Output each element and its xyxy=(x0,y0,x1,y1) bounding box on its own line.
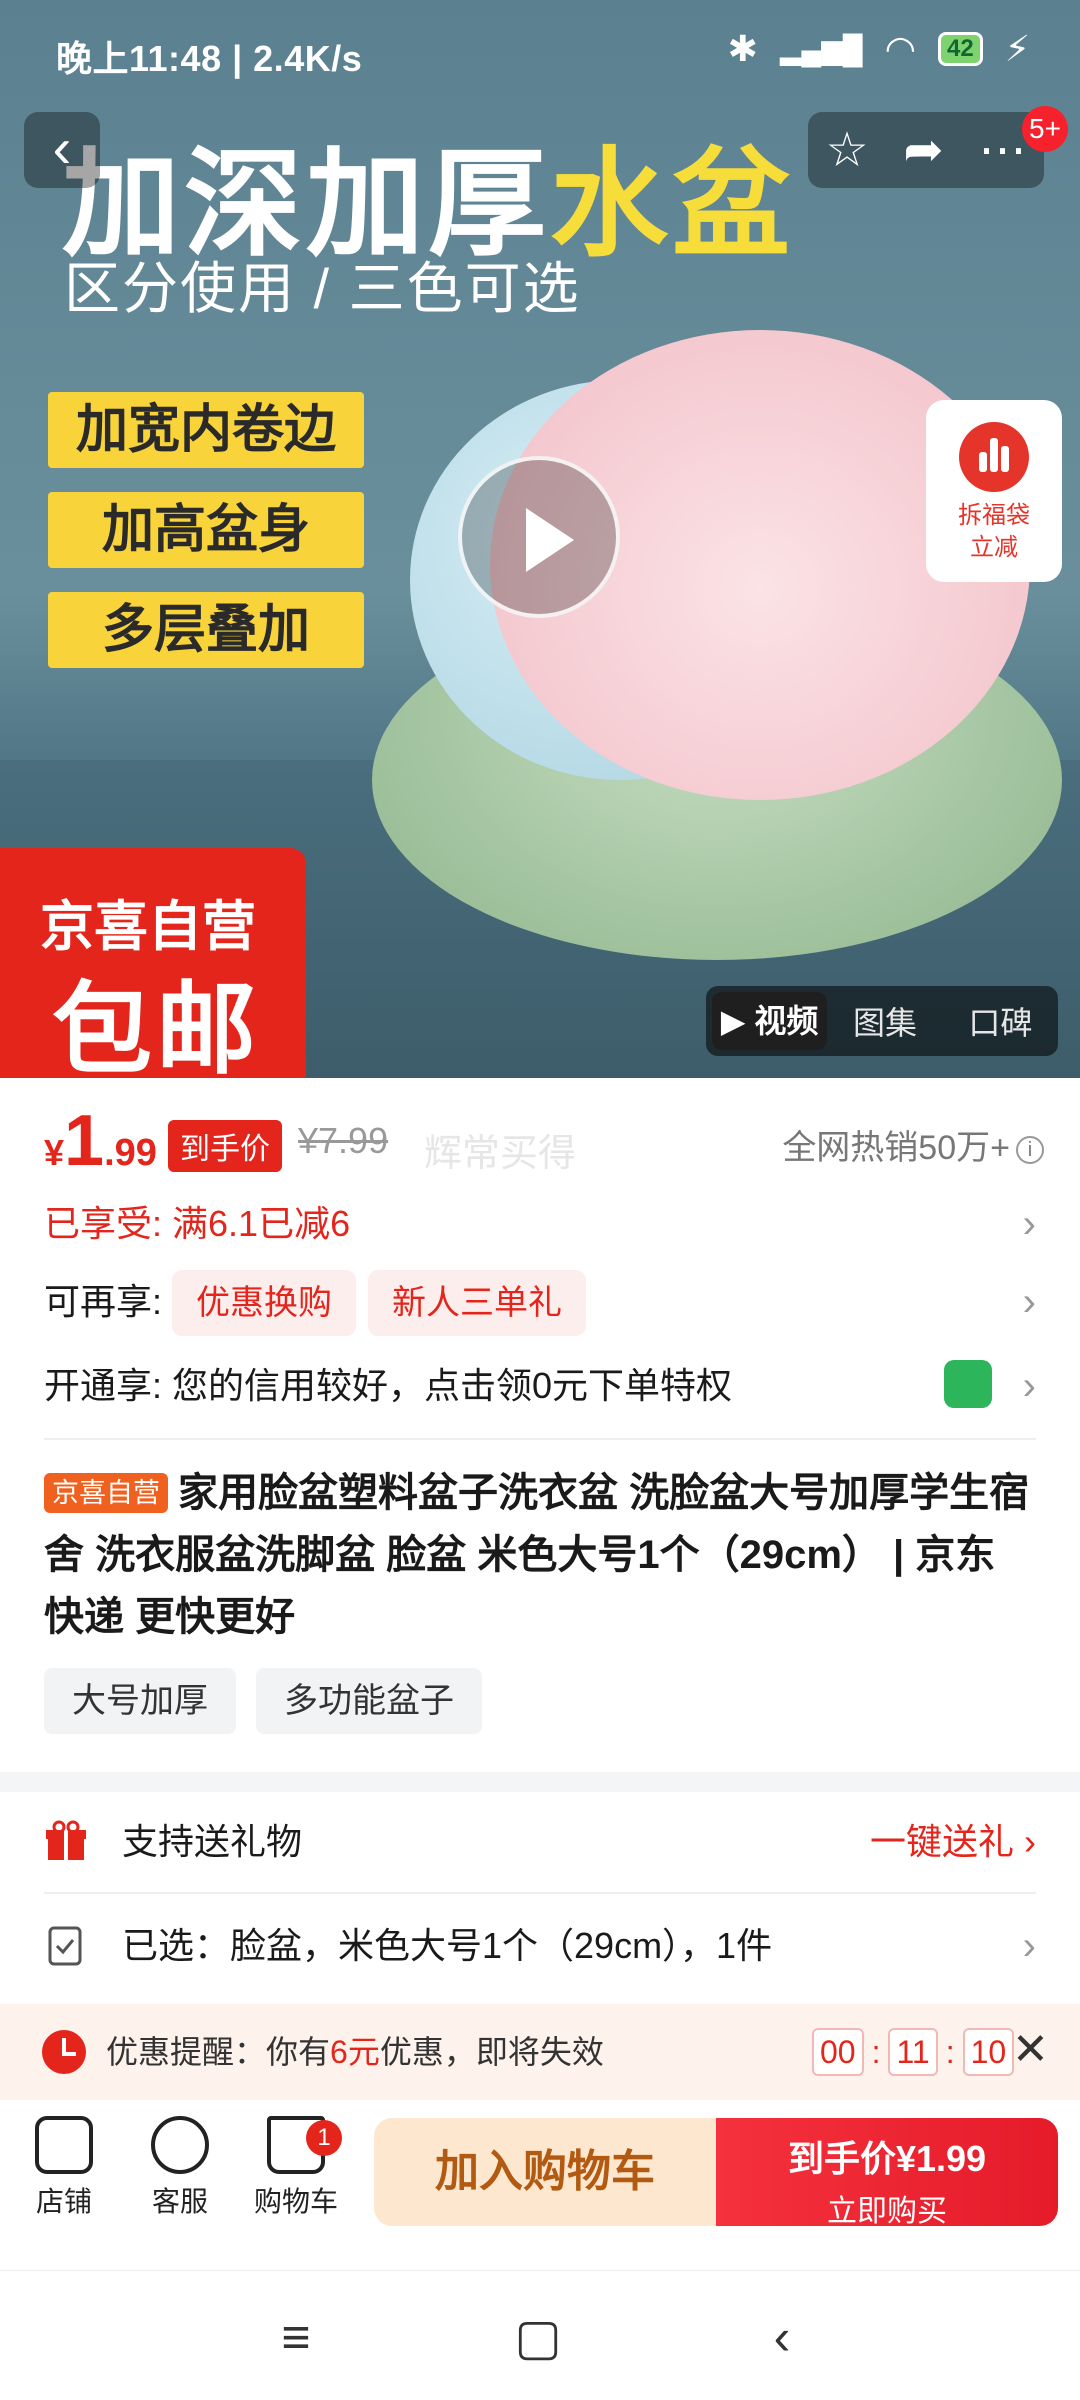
store-label: 店铺 xyxy=(35,2186,92,2217)
checklist-icon xyxy=(48,1926,82,1966)
menu-icon[interactable]: ≡ xyxy=(266,2307,326,2367)
timer-seconds: 10 xyxy=(962,2028,1015,2076)
battery-icon: 42 xyxy=(938,32,983,66)
lucky-bag-sublabel: 立减 xyxy=(970,534,1018,561)
lucky-bag-card[interactable]: 拆福袋 立减 xyxy=(926,400,1062,582)
home-icon[interactable]: ▢ xyxy=(508,2307,568,2367)
message-badge: 5+ xyxy=(1022,106,1068,152)
store-button[interactable]: 店铺 xyxy=(14,2116,114,2220)
back-button[interactable]: ‹ xyxy=(24,112,100,188)
shopping-bag-icon xyxy=(944,1360,992,1408)
promo-alert-text: 优惠提醒：你有6元优惠，即将失效 xyxy=(106,2034,604,2070)
enjoyed-discount-row[interactable]: 已享受: 满6.1已减6 › xyxy=(44,1192,1036,1256)
price: ¥1.99 xyxy=(44,1101,157,1181)
chevron-right-icon: › xyxy=(1022,1364,1036,1408)
play-video-button[interactable] xyxy=(458,456,620,618)
wifi-icon: ◠ xyxy=(884,28,917,69)
chevron-right-icon: › xyxy=(1022,1280,1036,1324)
self-operated-tag: 京喜自营 xyxy=(44,1473,168,1513)
watermark: 辉常买得 xyxy=(424,1133,577,1175)
promo-alert-bar[interactable]: 优惠提醒：你有6元优惠，即将失效 00: 11: 10 ✕ xyxy=(0,2004,1080,2100)
close-icon[interactable]: ✕ xyxy=(1012,2024,1049,2075)
original-price: ¥7.99 xyxy=(298,1120,389,1161)
cart-label: 购物车 xyxy=(253,2186,338,2217)
info-icon: i xyxy=(1016,1136,1044,1165)
clock-icon xyxy=(42,2030,86,2074)
more-offers-row[interactable]: 可再享: 优惠换购 新人三单礼 › xyxy=(44,1266,1036,1338)
gift-label: 支持送礼物 xyxy=(122,1821,303,1862)
product-title: 京喜自营 家用脸盆塑料盆子洗衣盆 洗脸盆大号加厚学生宿舍 洗衣服盆洗脚盆 脸盆 米… xyxy=(44,1462,1034,1648)
status-time: 晚上11:48 | 2.4K/s xyxy=(56,38,363,79)
buy-now-button[interactable]: 到手价¥1.99 立即购买 xyxy=(716,2118,1058,2228)
tab-video[interactable]: ▶ 视频 xyxy=(712,992,828,1050)
charging-icon: ⚡ xyxy=(1004,28,1030,69)
chevron-right-icon: › xyxy=(1022,1924,1036,1968)
store-icon xyxy=(35,2116,93,2174)
tab-gallery[interactable]: 图集 xyxy=(827,998,942,1044)
selected-spec-row[interactable]: 已选：脸盆，米色大号1个（29cm），1件 › xyxy=(44,1910,1036,1982)
open-value: 您的信用较好，点击领0元下单特权 xyxy=(172,1365,733,1406)
countdown-timer: 00: 11: 10 xyxy=(812,2028,1015,2076)
service-label: 客服 xyxy=(151,2186,208,2217)
lucky-bag-label: 拆福袋 xyxy=(958,502,1030,529)
lucky-bag-icon xyxy=(959,422,1029,492)
feature-label: 加高盆身 xyxy=(48,492,364,568)
final-price-label: 到手价 xyxy=(168,1120,282,1172)
gift-icon xyxy=(46,1820,86,1860)
divider xyxy=(44,1438,1036,1440)
top-actions: ☆ ➦ ⋯ xyxy=(808,112,1044,188)
gift-row[interactable]: 支持送礼物 一键送礼 › xyxy=(44,1806,1036,1878)
section-gap xyxy=(0,1772,1080,1792)
feature-label: 多层叠加 xyxy=(48,592,364,668)
back-nav-icon[interactable]: ‹ xyxy=(752,2307,812,2367)
timer-minutes: 11 xyxy=(888,2028,938,2076)
share-icon[interactable]: ➦ xyxy=(903,122,943,178)
offer-chip[interactable]: 优惠换购 xyxy=(172,1270,357,1336)
chevron-right-icon: › xyxy=(1022,1202,1036,1246)
product-tag[interactable]: 多功能盆子 xyxy=(256,1668,482,1734)
selected-spec-label: 已选：脸盆，米色大号1个（29cm），1件 xyxy=(122,1925,773,1966)
smiley-icon xyxy=(151,2116,209,2174)
bluetooth-icon: ✱ xyxy=(727,28,758,69)
add-to-cart-button[interactable]: 加入购物车 xyxy=(374,2118,716,2226)
credit-privilege-row[interactable]: 开通享: 您的信用较好，点击领0元下单特权 › xyxy=(44,1354,1036,1418)
cart-count-badge: 1 xyxy=(306,2120,342,2156)
product-tag[interactable]: 大号加厚 xyxy=(44,1668,236,1734)
divider xyxy=(44,1892,1036,1894)
free-shipping-text: 包邮 xyxy=(52,974,260,1078)
media-tabs: ▶ 视频 图集 口碑 xyxy=(706,986,1058,1056)
customer-service-button[interactable]: 客服 xyxy=(130,2116,230,2220)
one-click-gift-button[interactable]: 一键送礼 › xyxy=(870,1806,1036,1878)
status-icons: ✱ ▂▄▆█ ◠ 42 ⚡ xyxy=(728,28,1030,70)
more-icon[interactable]: ⋯ xyxy=(979,122,1027,178)
hot-sales[interactable]: 全网热销50万+ i xyxy=(782,1120,1044,1169)
favorite-star-icon[interactable]: ☆ xyxy=(825,122,868,178)
hero-subtitle: 区分使用 / 三色可选 xyxy=(64,257,581,320)
product-tags: 大号加厚 多功能盆子 xyxy=(44,1668,482,1734)
feature-label: 加宽内卷边 xyxy=(48,392,364,468)
open-label: 开通享: xyxy=(44,1365,163,1406)
more-offers-label: 可再享: xyxy=(44,1281,163,1322)
product-title-text: 家用脸盆塑料盆子洗衣盆 洗脸盆大号加厚学生宿舍 洗衣服盆洗脚盆 脸盆 米色大号1… xyxy=(44,1471,1030,1639)
signal-icon: ▂▄▆█ xyxy=(779,33,863,65)
timer-hours: 00 xyxy=(812,2028,864,2076)
hero-title-yellow: 水盆 xyxy=(550,139,795,271)
tab-reviews[interactable]: 口碑 xyxy=(943,998,1058,1044)
self-operated-free-shipping-tag: 京喜自营 包邮 xyxy=(0,848,306,1078)
system-nav-bar: ≡ ▢ ‹ xyxy=(0,2270,1080,2400)
offer-chip[interactable]: 新人三单礼 xyxy=(368,1270,587,1336)
price-row: ¥1.99 到手价 ¥7.99 辉常买得 全网热销50万+ i xyxy=(44,1100,1044,1181)
status-bar: 晚上11:48 | 2.4K/s ✱ ▂▄▆█ ◠ 42 ⚡ xyxy=(0,0,1080,100)
